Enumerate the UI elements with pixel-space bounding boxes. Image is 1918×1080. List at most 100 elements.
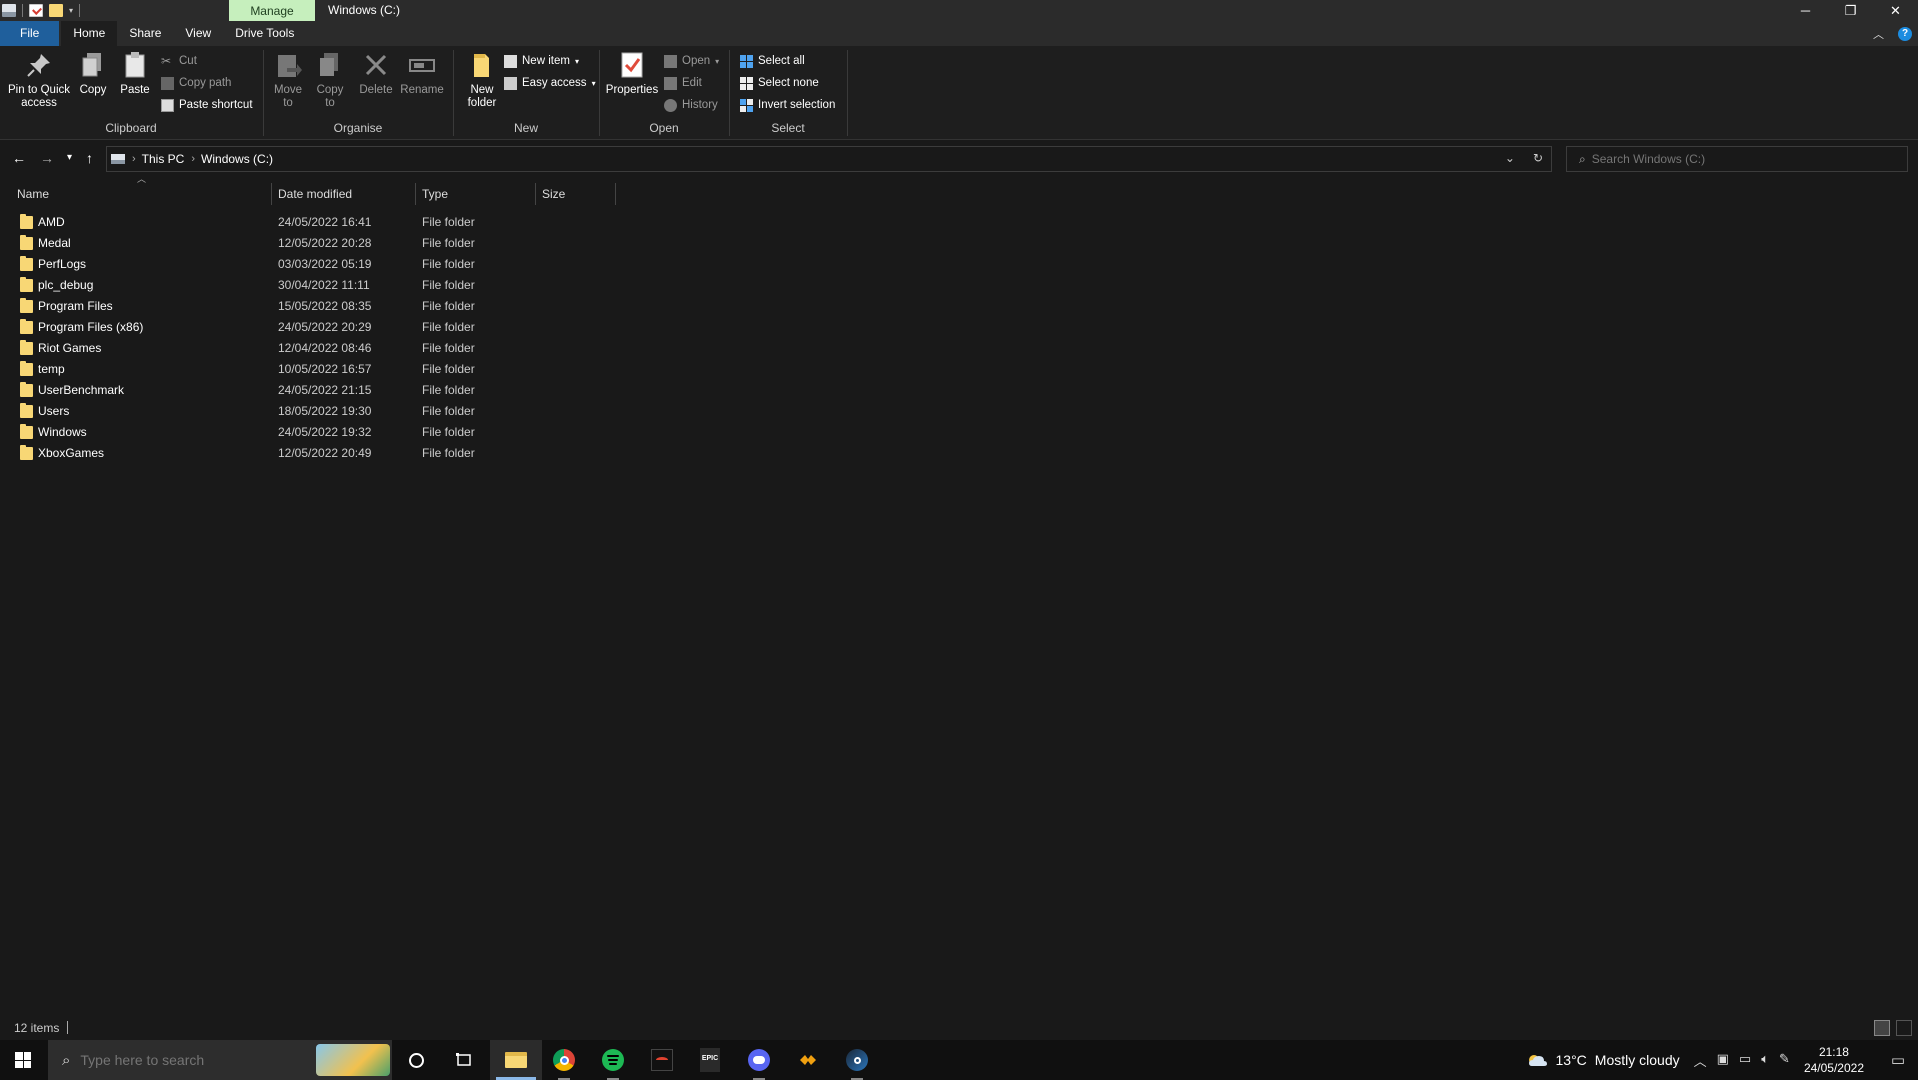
column-resize-handle[interactable] <box>415 183 416 205</box>
delete-button[interactable]: Delete <box>358 50 394 97</box>
webcam-icon[interactable]: ▣ <box>1717 1051 1729 1070</box>
cortana-icon[interactable] <box>392 1040 440 1080</box>
list-item[interactable]: Program Files (x86) 24/05/2022 20:29 File … <box>0 317 620 338</box>
task-view-icon[interactable] <box>440 1040 488 1080</box>
column-resize-handle[interactable] <box>271 183 272 205</box>
new-folder-quick-icon[interactable] <box>49 4 63 17</box>
list-item[interactable]: AMD 24/05/2022 16:41 File folder <box>0 212 620 233</box>
chrome-icon[interactable] <box>540 1040 588 1080</box>
copy-to-button[interactable]: Copy to <box>312 50 348 110</box>
list-item[interactable]: Medal 12/05/2022 20:28 File folder <box>0 233 620 254</box>
tab-drive-tools[interactable]: Drive Tools <box>223 21 306 46</box>
breadcrumb-separator-icon[interactable]: › <box>191 153 195 165</box>
search-input[interactable] <box>1591 152 1892 166</box>
search-box[interactable]: ⌕ <box>1566 146 1908 172</box>
restore-button[interactable]: ❐ <box>1828 0 1873 21</box>
list-item[interactable]: plc_debug 30/04/2022 11:11 File folder <box>0 275 620 296</box>
pen-icon[interactable]: ✎ <box>1779 1051 1790 1070</box>
weather-widget[interactable]: 13°C Mostly cloudy <box>1526 1052 1680 1068</box>
ribbon: Pin to Quick access Copy Paste ✂ Cut Cop… <box>0 46 1918 140</box>
notification-center-icon[interactable]: ▭ <box>1878 1040 1918 1080</box>
list-item[interactable]: temp 10/05/2022 16:57 File folder <box>0 359 620 380</box>
history-button[interactable]: History <box>664 96 718 114</box>
new-folder-button[interactable]: New folder <box>458 50 506 110</box>
edit-button[interactable]: Edit <box>664 74 702 92</box>
properties-button[interactable]: Properties <box>604 50 660 97</box>
tab-manage[interactable]: Manage <box>229 0 315 21</box>
cut-button[interactable]: ✂ Cut <box>161 52 197 70</box>
close-button[interactable]: ✕ <box>1873 0 1918 21</box>
column-resize-handle[interactable] <box>535 183 536 205</box>
list-item[interactable]: Windows 24/05/2022 19:32 File folder <box>0 422 620 443</box>
paste-button[interactable]: Paste <box>118 50 152 97</box>
start-button[interactable] <box>0 1040 46 1080</box>
new-item-button[interactable]: New item ▾ <box>504 52 579 70</box>
file-date: 24/05/2022 16:41 <box>278 215 372 229</box>
ryzen-master-icon[interactable] <box>638 1040 686 1080</box>
list-item[interactable]: Users 18/05/2022 19:30 File folder <box>0 401 620 422</box>
copy-path-button[interactable]: Copy path <box>161 74 231 92</box>
minimize-ribbon-chevron-icon[interactable]: ︿ <box>1873 26 1884 42</box>
tab-file[interactable]: File <box>0 21 60 46</box>
steam-icon[interactable] <box>833 1040 881 1080</box>
open-button[interactable]: Open ▾ <box>664 52 719 70</box>
help-icon[interactable]: ? <box>1898 26 1912 41</box>
show-hidden-icons-chevron-icon[interactable]: ︿ <box>1694 1051 1707 1070</box>
properties-quick-icon[interactable] <box>29 4 43 17</box>
paste-shortcut-button[interactable]: Paste shortcut <box>161 96 253 114</box>
breadcrumb-separator-icon[interactable]: › <box>132 153 136 165</box>
epic-games-icon[interactable]: EPIC <box>686 1040 734 1080</box>
discord-icon[interactable] <box>735 1040 783 1080</box>
easy-access-button[interactable]: Easy access ▾ <box>504 74 596 92</box>
paste-shortcut-icon <box>161 98 174 112</box>
address-bar[interactable]: › This PC › Windows (C:) ⌄ ↻ <box>106 146 1552 172</box>
copy-button[interactable]: Copy <box>76 50 110 97</box>
organise-group: Move to Copy to Delete Rename Organise <box>264 46 452 140</box>
taskbar-search[interactable]: ⌕ <box>48 1040 392 1080</box>
list-item[interactable]: UserBenchmark 24/05/2022 21:15 File folder <box>0 380 620 401</box>
breadcrumb-this-pc[interactable]: This PC <box>142 152 185 166</box>
minimize-button[interactable]: ─ <box>1783 0 1828 21</box>
breadcrumb-windows-c[interactable]: Windows (C:) <box>201 152 273 166</box>
clock[interactable]: 21:18 24/05/2022 <box>1804 1044 1864 1076</box>
customize-toolbar-chevron-icon[interactable]: ▾ <box>69 6 73 15</box>
column-resize-handle[interactable] <box>615 183 616 205</box>
refresh-icon[interactable]: ↻ <box>1533 151 1543 165</box>
search-highlight-icon[interactable] <box>316 1044 390 1076</box>
rename-button[interactable]: Rename <box>400 50 444 97</box>
volume-icon[interactable]: 🔈︎ <box>1761 1051 1769 1070</box>
column-header-type[interactable]: Type <box>417 183 533 205</box>
folder-icon <box>20 319 33 334</box>
column-header-date-modified[interactable]: Date modified <box>273 183 413 205</box>
file-type: File folder <box>422 299 475 313</box>
copy-icon <box>78 50 108 80</box>
up-arrow-icon[interactable]: ↑ <box>86 150 93 166</box>
move-to-button[interactable]: Move to <box>270 50 306 110</box>
invert-selection-button[interactable]: Invert selection <box>740 96 835 114</box>
file-explorer-icon[interactable] <box>490 1040 542 1080</box>
recent-locations-chevron-icon[interactable]: ▾ <box>67 152 72 163</box>
select-none-button[interactable]: Select none <box>740 74 819 92</box>
column-header-name[interactable]: Name <box>12 183 268 205</box>
dropdown-arrow-icon: ▾ <box>591 78 596 88</box>
address-history-chevron-icon[interactable]: ⌄ <box>1505 151 1515 165</box>
column-header-size[interactable]: Size <box>537 183 615 205</box>
taskbar-search-input[interactable] <box>80 1052 281 1068</box>
list-item[interactable]: Riot Games 12/04/2022 08:46 File folder <box>0 338 620 359</box>
large-icons-view-icon[interactable] <box>1896 1020 1912 1036</box>
tab-share[interactable]: Share <box>117 21 173 46</box>
spotify-icon[interactable] <box>589 1040 637 1080</box>
scissors-icon: ✂ <box>161 53 172 68</box>
tab-view[interactable]: View <box>173 21 223 46</box>
details-view-icon[interactable] <box>1874 1020 1890 1036</box>
select-all-button[interactable]: Select all <box>740 52 805 70</box>
list-item[interactable]: PerfLogs 03/03/2022 05:19 File folder <box>0 254 620 275</box>
network-icon[interactable]: ▭ <box>1739 1051 1751 1070</box>
list-item[interactable]: XboxGames 12/05/2022 20:49 File folder <box>0 443 620 464</box>
back-arrow-icon[interactable]: ← <box>12 150 26 166</box>
list-item[interactable]: Program Files 15/05/2022 08:35 File folder <box>0 296 620 317</box>
tab-home[interactable]: Home <box>61 21 118 46</box>
forward-arrow-icon[interactable]: → <box>40 150 54 166</box>
rainmeter-icon[interactable] <box>784 1040 832 1080</box>
pin-to-quick-access-button[interactable]: Pin to Quick access <box>4 50 74 110</box>
